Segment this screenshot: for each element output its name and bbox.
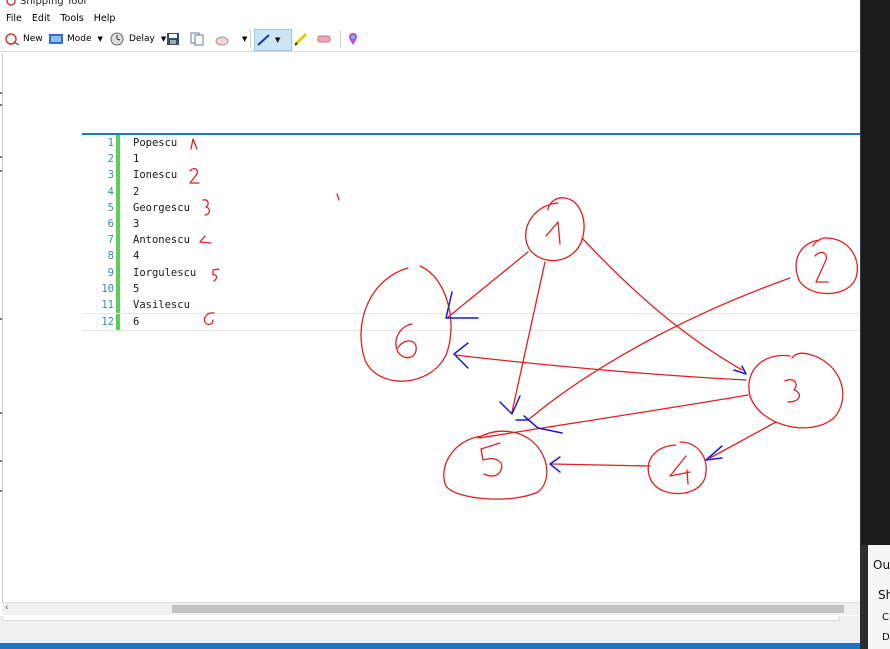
handwritten-3 (202, 199, 210, 216)
handwritten-1 (190, 138, 198, 150)
side-panel-dark (860, 0, 890, 545)
edge-1-3 (581, 237, 743, 371)
stray-mark (336, 193, 340, 201)
node-2-circle (795, 237, 858, 295)
pen-annotations (189, 138, 858, 500)
red-ink (189, 138, 858, 500)
node-5-circle (443, 430, 548, 500)
side-panel: Ou Sh C D (860, 0, 890, 649)
node-4-label (669, 455, 691, 485)
node-5-label (480, 442, 503, 477)
output-tab-label[interactable]: Ou (873, 558, 890, 572)
taskbar-accent (0, 643, 860, 649)
node-6-circle (360, 265, 452, 382)
node-1-label (545, 221, 561, 245)
show-output-label: Sh (878, 588, 890, 602)
horizontal-scrollbar[interactable]: ‹ (2, 602, 860, 615)
node-1-circle (525, 197, 585, 262)
edge-1-5 (511, 261, 546, 413)
edge-3-4 (709, 421, 777, 459)
side-text-d: D (882, 632, 890, 643)
blue-ink-arrowheads (445, 291, 747, 473)
status-strip-inner (2, 616, 840, 621)
scrollbar-thumb[interactable] (172, 605, 844, 613)
edge-1-6 (446, 251, 529, 319)
arrowhead-into-5-from-1 (499, 395, 521, 415)
side-text-c: C (882, 612, 889, 623)
node-3-label (784, 378, 800, 403)
handwritten-5 (212, 268, 220, 282)
node-2-label (814, 251, 829, 283)
arrowhead-into-3 (733, 365, 747, 375)
edge-4-5 (551, 463, 651, 467)
handwritten-2 (189, 167, 200, 184)
handwritten-6 (203, 312, 215, 326)
edge-3-5 (479, 394, 749, 439)
node-6-label (395, 323, 417, 359)
handwritten-4 (199, 235, 212, 244)
scroll-left-icon[interactable]: ‹ (5, 603, 9, 613)
